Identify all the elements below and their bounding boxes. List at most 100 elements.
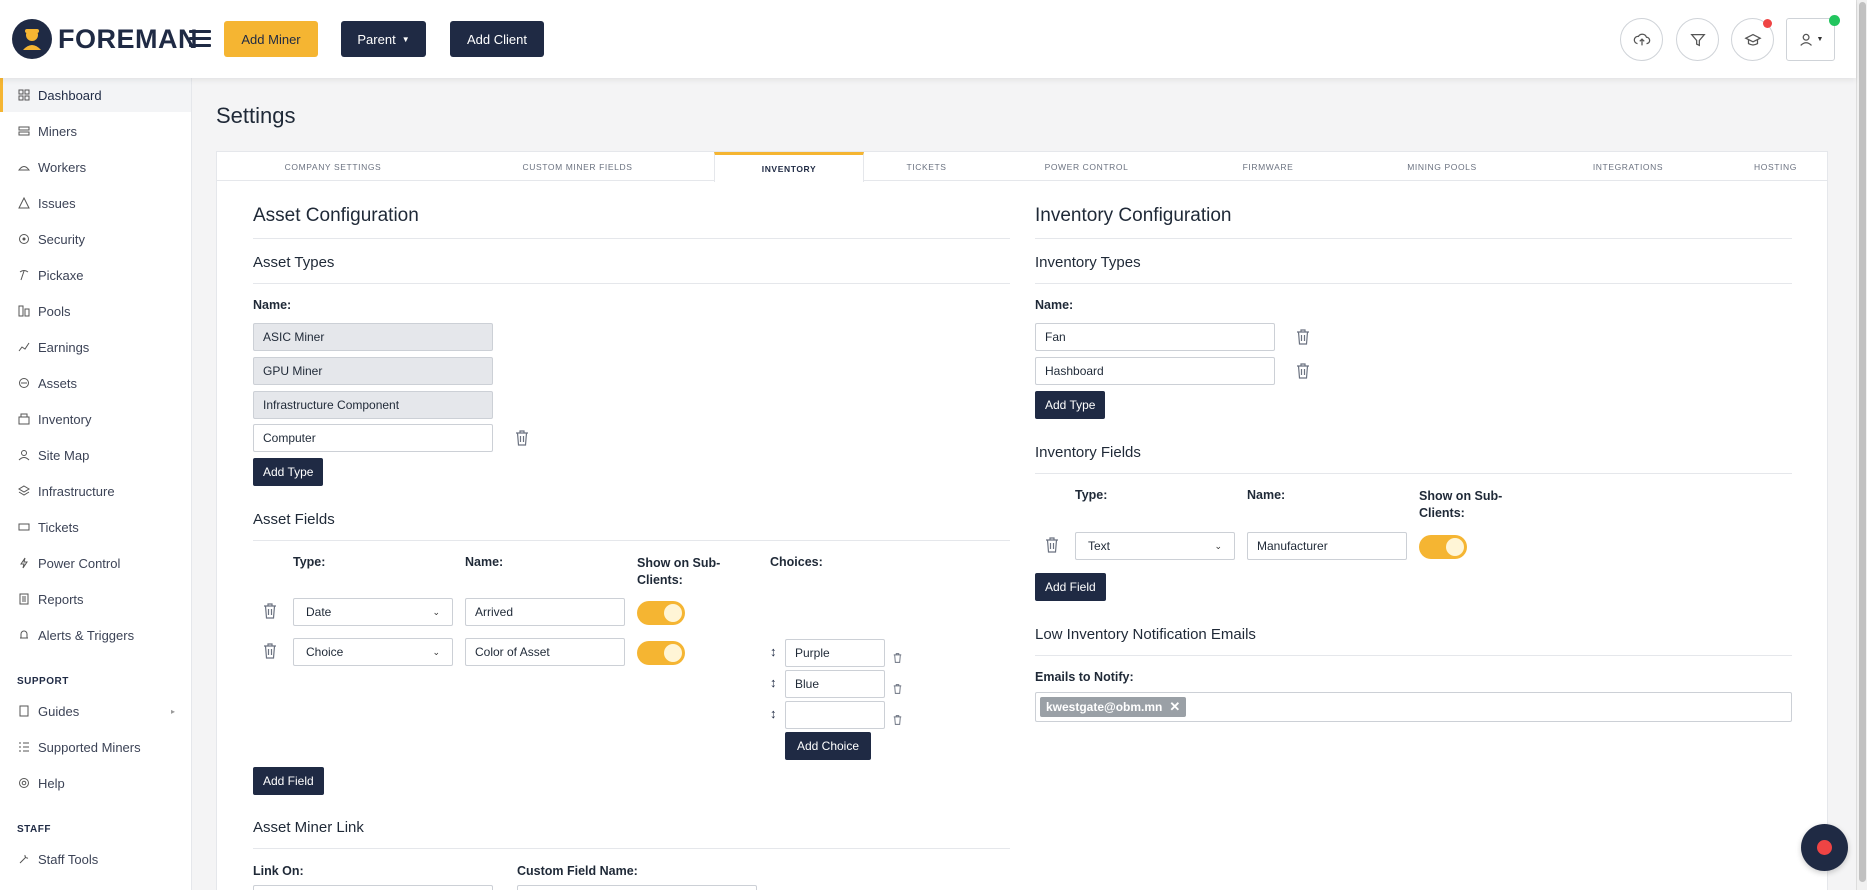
choice-input[interactable]: Blue: [785, 670, 885, 698]
delete-asset-field-icon[interactable]: [263, 643, 277, 659]
sidebar-item-assets[interactable]: Assets: [0, 366, 191, 400]
custom-field-name-input[interactable]: [517, 885, 757, 890]
server-icon: [18, 125, 30, 137]
tab-mining-pools[interactable]: MINING POOLS: [1352, 152, 1532, 181]
tab-firmware[interactable]: FIRMWARE: [1184, 152, 1352, 181]
delete-inventory-field-icon[interactable]: [1045, 537, 1059, 553]
drag-handle-icon[interactable]: ↕: [770, 706, 777, 721]
tab-integrations[interactable]: INTEGRATIONS: [1532, 152, 1724, 181]
choice-input[interactable]: [785, 701, 885, 729]
sidebar-item-label: Staff Tools: [38, 851, 99, 867]
sidebar-item-reports[interactable]: Reports: [0, 582, 191, 616]
delete-choice-icon[interactable]: [893, 712, 907, 728]
sidebar-item-dashboard[interactable]: Dashboard: [0, 78, 191, 112]
sidebar-item-alerts-triggers[interactable]: Alerts & Triggers: [0, 618, 191, 652]
asset-field-type-select[interactable]: Date ⌄: [293, 598, 453, 626]
asset-field-show-header: Show on Sub-Clients:: [637, 556, 721, 587]
support-heading: SUPPORT: [17, 676, 69, 687]
emails-to-notify-label: Emails to Notify:: [1035, 670, 1134, 684]
tab-hosting[interactable]: HOSTING: [1724, 152, 1827, 181]
chevron-down-icon: ⌄: [432, 606, 440, 617]
inventory-field-type-select[interactable]: Text ⌄: [1075, 532, 1235, 560]
add-asset-field-button[interactable]: Add Field: [253, 767, 324, 795]
sidebar-item-security[interactable]: Security: [0, 222, 191, 256]
inventory-type-field[interactable]: Fan: [1035, 323, 1275, 351]
add-asset-type-button[interactable]: Add Type: [253, 458, 324, 486]
select-value: Text: [1088, 539, 1111, 553]
inventory-type-field[interactable]: Hashboard: [1035, 357, 1275, 385]
filter-button[interactable]: [1676, 18, 1719, 61]
toggle-knob: [664, 644, 682, 662]
sidebar-item-earnings[interactable]: Earnings: [0, 330, 191, 364]
user-menu-button[interactable]: ▼: [1786, 18, 1835, 61]
workers-icon: [18, 161, 30, 173]
sidebar-item-label: Inventory: [38, 411, 92, 427]
toggle-knob: [664, 604, 682, 622]
delete-inventory-type-icon[interactable]: [1296, 329, 1310, 345]
asset-field-name-input[interactable]: Arrived: [465, 598, 625, 626]
show-on-subclients-toggle[interactable]: [1419, 535, 1467, 559]
sidebar-item-guides[interactable]: Guides ▸: [0, 694, 191, 728]
sidebar-item-help[interactable]: Help: [0, 766, 191, 800]
parent-dropdown-button[interactable]: Parent ▼: [341, 21, 426, 57]
parent-label: Parent: [357, 31, 396, 47]
sidebar-item-power-control[interactable]: Power Control: [0, 546, 191, 580]
drag-handle-icon[interactable]: ↕: [770, 675, 777, 690]
add-client-button[interactable]: Add Client: [450, 21, 544, 57]
asset-types-title: Asset Types: [253, 254, 335, 271]
scrollbar-thumb[interactable]: [1859, 2, 1866, 882]
page-scrollbar[interactable]: [1856, 0, 1867, 890]
sidebar-item-inventory[interactable]: Inventory: [0, 402, 191, 436]
show-on-subclients-toggle[interactable]: [637, 641, 685, 665]
menu-toggle-icon[interactable]: [189, 30, 211, 48]
divider: [253, 848, 1010, 849]
sidebar-item-workers[interactable]: Workers: [0, 150, 191, 184]
add-miner-label: Add Miner: [241, 31, 301, 47]
add-choice-button[interactable]: Add Choice: [785, 732, 871, 760]
delete-inventory-type-icon[interactable]: [1296, 363, 1310, 379]
upload-cloud-button[interactable]: [1620, 18, 1663, 61]
sidebar-item-label: Pools: [38, 303, 71, 319]
sidebar-item-pickaxe[interactable]: Pickaxe: [0, 258, 191, 292]
sidebar-item-issues[interactable]: Issues: [0, 186, 191, 220]
sidebar-item-pools[interactable]: Pools: [0, 294, 191, 328]
sidebar-item-infrastructure[interactable]: Infrastructure: [0, 474, 191, 508]
brand-logo[interactable]: FOREMAN: [12, 19, 198, 59]
select-value: Choice: [306, 645, 344, 659]
emails-to-notify-input[interactable]: kwestgate@obm.mn ✕: [1035, 692, 1792, 722]
drag-handle-icon[interactable]: ↕: [770, 644, 777, 659]
inventory-field-name-input[interactable]: Manufacturer: [1247, 532, 1407, 560]
sidebar-item-supported-miners[interactable]: Supported Miners: [0, 730, 191, 764]
sidebar-item-site-map[interactable]: Site Map: [0, 438, 191, 472]
divider: [253, 238, 1010, 239]
asset-field-type-header: Type:: [293, 555, 326, 569]
tab-power-control[interactable]: POWER CONTROL: [989, 152, 1184, 181]
show-on-subclients-toggle[interactable]: [637, 601, 685, 625]
layers-icon: [18, 485, 30, 497]
sidebar-item-tickets[interactable]: Tickets: [0, 510, 191, 544]
asset-field-type-select[interactable]: Choice ⌄: [293, 638, 453, 666]
tab-company-settings[interactable]: COMPANY SETTINGS: [217, 152, 449, 181]
chat-launcher-button[interactable]: [1801, 824, 1848, 871]
sidebar-item-staff-tools[interactable]: Staff Tools: [0, 842, 191, 876]
delete-choice-icon[interactable]: [893, 650, 907, 666]
tools-icon: [18, 853, 30, 865]
link-on-select[interactable]: [253, 885, 493, 890]
remove-email-icon[interactable]: ✕: [1169, 699, 1180, 715]
caret-down-icon: ▼: [1816, 36, 1824, 43]
shield-icon: [18, 233, 30, 245]
tab-tickets[interactable]: TICKETS: [864, 152, 989, 181]
asset-type-field[interactable]: Computer: [253, 424, 493, 452]
add-miner-button[interactable]: Add Miner: [224, 21, 318, 57]
delete-asset-type-icon[interactable]: [515, 430, 529, 446]
add-inventory-field-button[interactable]: Add Field: [1035, 573, 1106, 601]
sidebar-item-miners[interactable]: Miners: [0, 114, 191, 148]
delete-choice-icon[interactable]: [893, 681, 907, 697]
tab-custom-miner-fields[interactable]: CUSTOM MINER FIELDS: [449, 152, 706, 181]
add-inventory-type-button[interactable]: Add Type: [1035, 391, 1106, 419]
delete-asset-field-icon[interactable]: [263, 603, 277, 619]
tab-inventory[interactable]: INVENTORY: [714, 152, 864, 182]
choice-input[interactable]: Purple: [785, 639, 885, 667]
divider: [1035, 238, 1792, 239]
asset-field-name-input[interactable]: Color of Asset: [465, 638, 625, 666]
